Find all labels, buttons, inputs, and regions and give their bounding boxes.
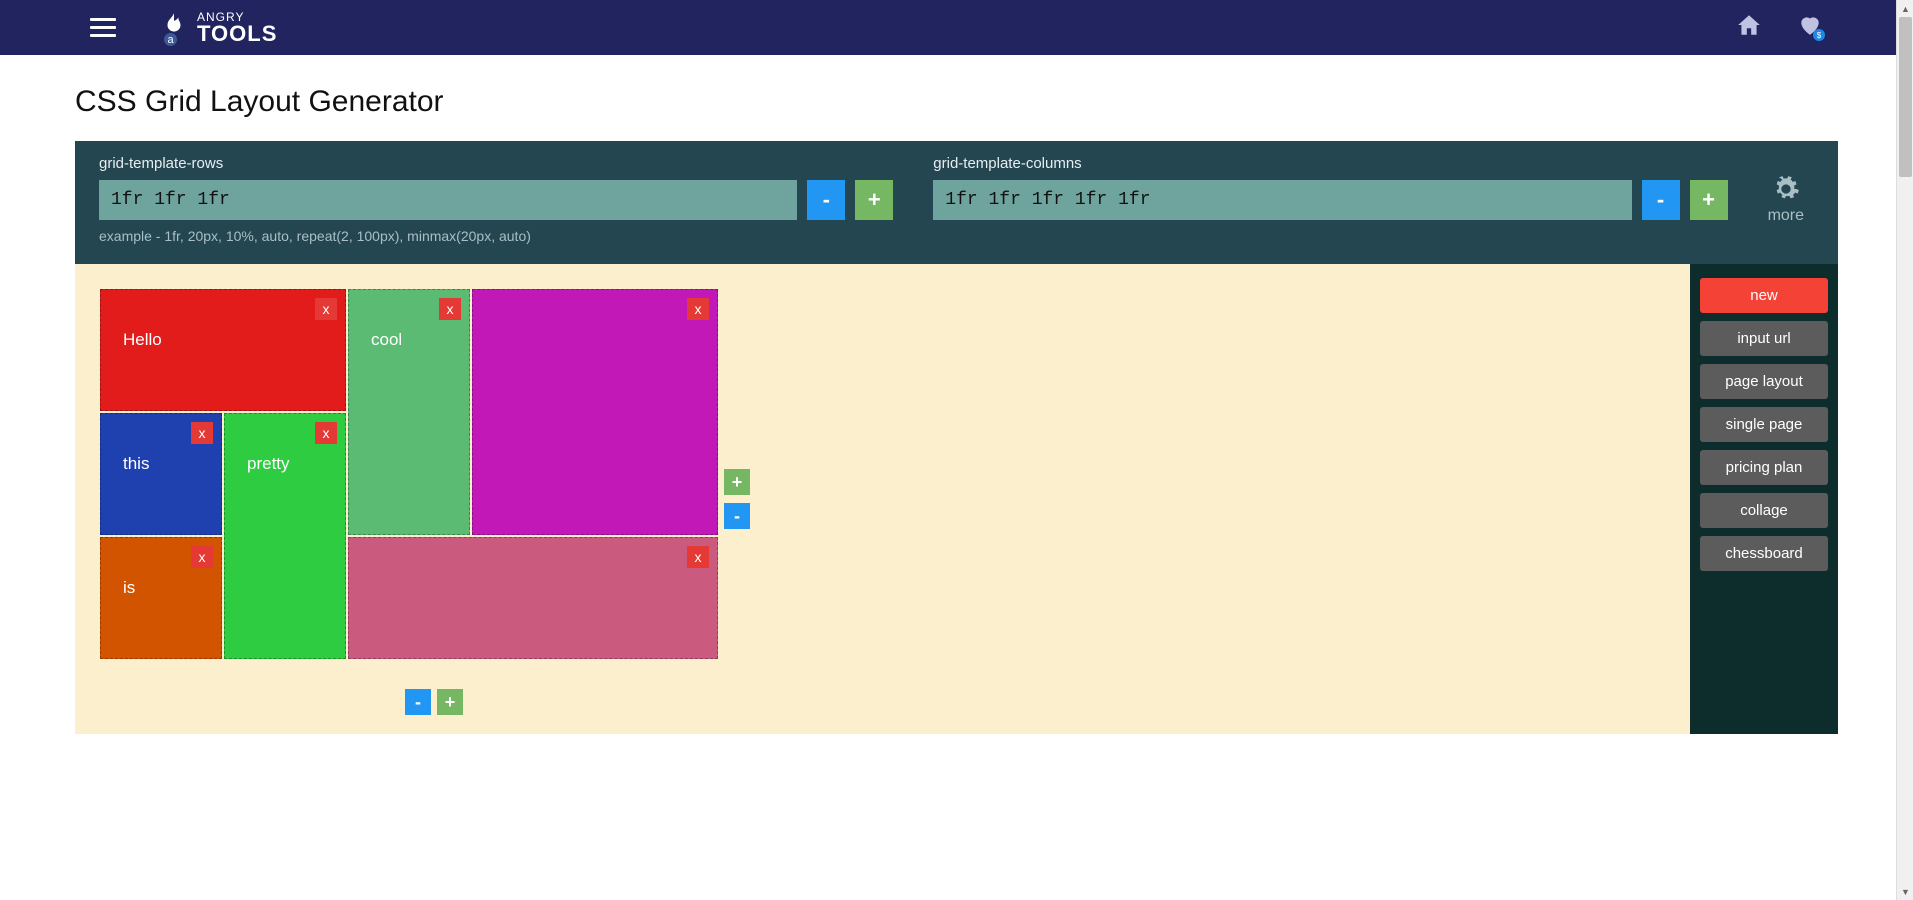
delete-cell-button[interactable]: x: [191, 546, 213, 568]
grid-cell[interactable]: cool x: [348, 289, 470, 535]
grid-cell[interactable]: pretty x: [224, 413, 346, 659]
delete-cell-button[interactable]: x: [315, 422, 337, 444]
home-icon[interactable]: [1736, 12, 1762, 43]
brand-bottom: TOOLS: [197, 23, 277, 45]
preset-page-layout-button[interactable]: page layout: [1700, 364, 1828, 399]
more-options[interactable]: more: [1768, 155, 1814, 225]
delete-cell-button[interactable]: x: [687, 298, 709, 320]
cols-remove-button[interactable]: -: [1642, 180, 1680, 220]
grid-remove-row-button[interactable]: -: [405, 689, 431, 715]
gear-icon: [1772, 175, 1800, 203]
grid-cell-label: Hello: [123, 330, 162, 349]
delete-cell-button[interactable]: x: [687, 546, 709, 568]
preset-pricing-plan-button[interactable]: pricing plan: [1700, 450, 1828, 485]
grid-cell[interactable]: is x: [100, 537, 222, 659]
top-nav: ANGRY TOOLS $: [0, 0, 1913, 55]
rows-remove-button[interactable]: -: [807, 180, 845, 220]
rows-input[interactable]: [99, 180, 797, 220]
css-grid-preview: Hello x cool x x this x pretty x is x x: [100, 289, 718, 659]
more-label: more: [1768, 207, 1804, 225]
example-text: example - 1fr, 20px, 10%, auto, repeat(2…: [99, 228, 893, 244]
grid-cell[interactable]: Hello x: [100, 289, 346, 411]
controls-panel: grid-template-rows - + example - 1fr, 20…: [75, 141, 1838, 264]
rows-add-button[interactable]: +: [855, 180, 893, 220]
preset-input-url-button[interactable]: input url: [1700, 321, 1828, 356]
rows-label: grid-template-rows: [99, 155, 893, 172]
favorites-badge: $: [1813, 29, 1825, 41]
grid-add-col-button[interactable]: +: [724, 469, 750, 495]
delete-cell-button[interactable]: x: [191, 422, 213, 444]
delete-cell-button[interactable]: x: [315, 298, 337, 320]
vertical-scrollbar[interactable]: [1896, 0, 1913, 900]
cols-add-button[interactable]: +: [1690, 180, 1728, 220]
grid-add-row-button[interactable]: +: [437, 689, 463, 715]
grid-cell-label: this: [123, 454, 149, 473]
delete-cell-button[interactable]: x: [439, 298, 461, 320]
preset-chessboard-button[interactable]: chessboard: [1700, 536, 1828, 571]
page-title: CSS Grid Layout Generator: [75, 85, 1838, 119]
menu-icon[interactable]: [90, 18, 116, 37]
canvas-area[interactable]: Hello x cool x x this x pretty x is x x + - - +: [75, 264, 1690, 734]
grid-cell[interactable]: x: [348, 537, 718, 659]
grid-cell-label: is: [123, 578, 135, 597]
grid-cell[interactable]: x: [472, 289, 718, 535]
grid-cell-label: pretty: [247, 454, 290, 473]
flame-icon: [161, 11, 187, 44]
preset-sidebar: new input url page layout single page pricin…: [1690, 264, 1838, 734]
cols-input[interactable]: [933, 180, 1631, 220]
grid-cell[interactable]: this x: [100, 413, 222, 535]
brand-logo[interactable]: ANGRY TOOLS: [161, 11, 277, 45]
grid-remove-col-button[interactable]: -: [724, 503, 750, 529]
grid-cell-label: cool: [371, 330, 402, 349]
scroll-thumb[interactable]: [1899, 17, 1912, 177]
favorites-icon[interactable]: $: [1797, 12, 1823, 43]
preset-new-button[interactable]: new: [1700, 278, 1828, 313]
preset-single-page-button[interactable]: single page: [1700, 407, 1828, 442]
cols-label: grid-template-columns: [933, 155, 1727, 172]
preset-collage-button[interactable]: collage: [1700, 493, 1828, 528]
